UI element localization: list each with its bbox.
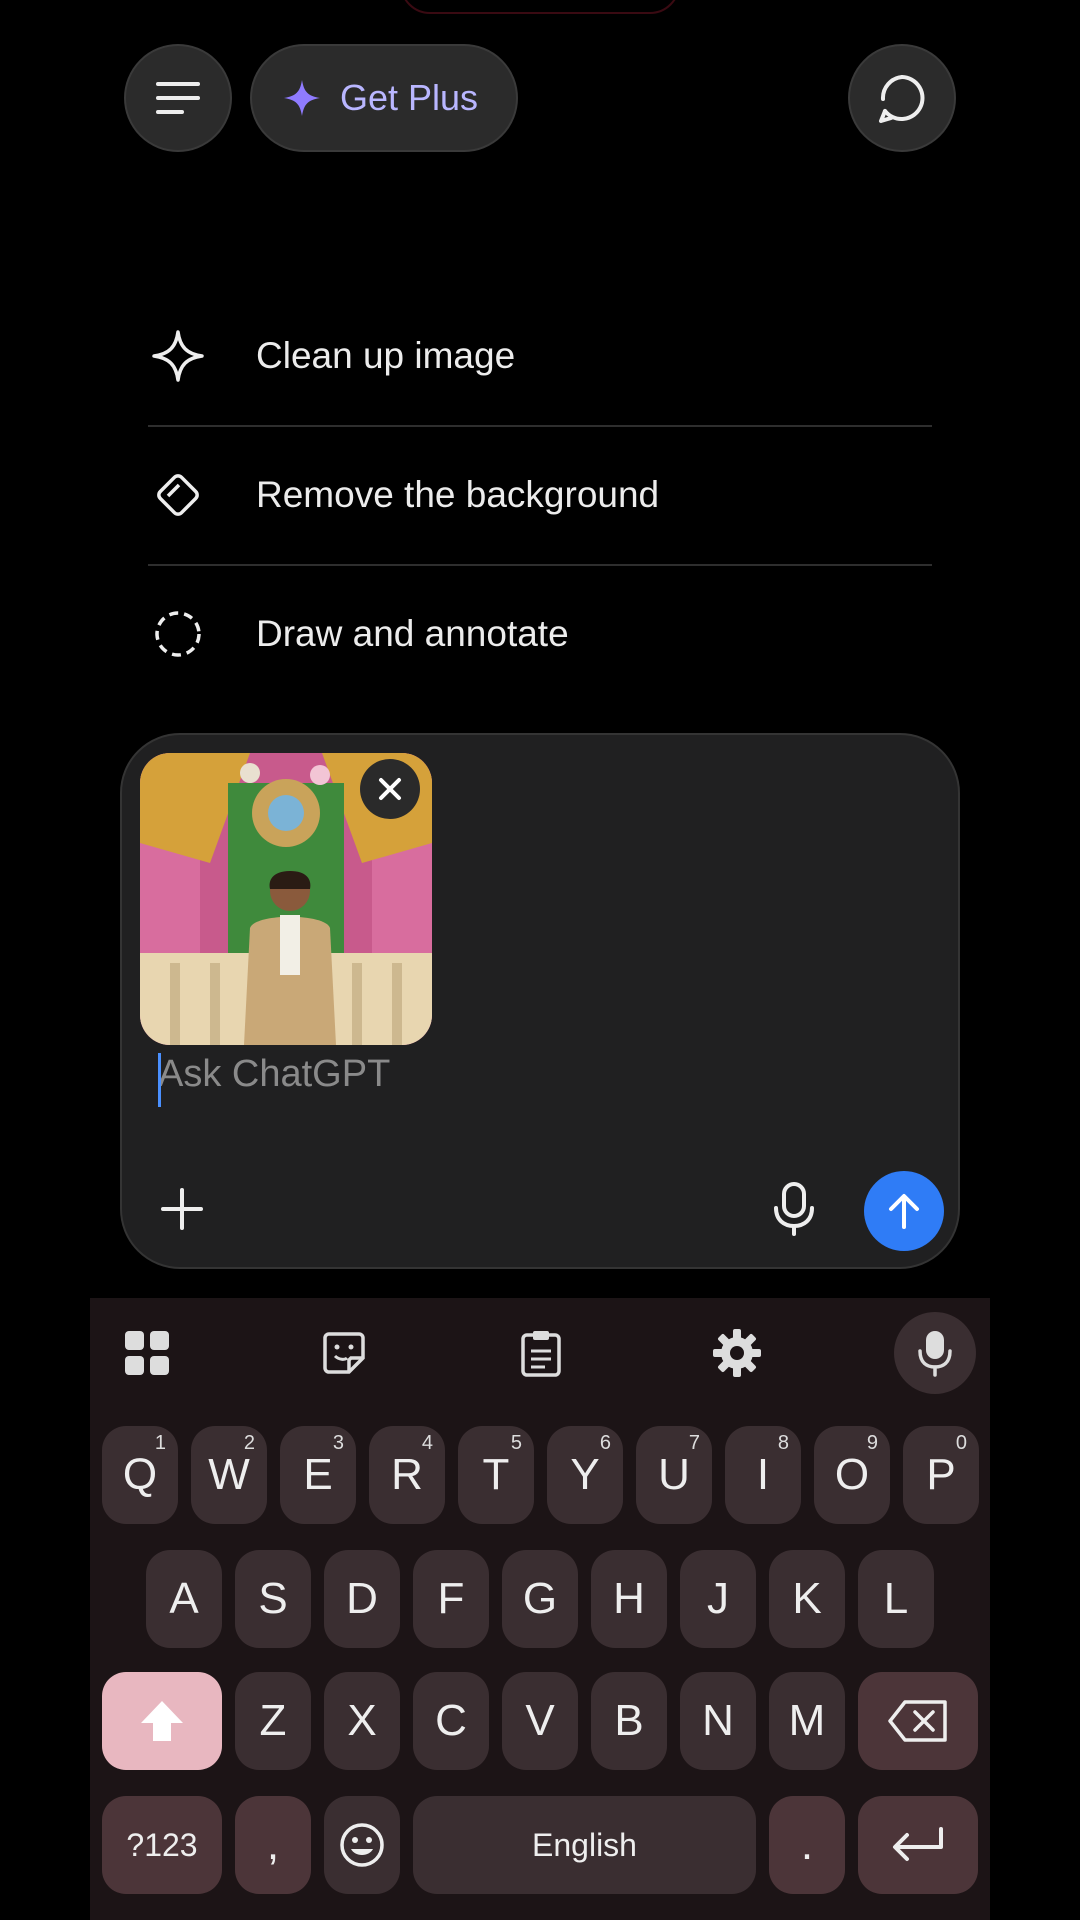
- suggestion-label: Draw and annotate: [256, 613, 569, 654]
- key-t[interactable]: T5: [458, 1426, 534, 1524]
- shift-icon: [141, 1701, 183, 1741]
- eraser-icon: [148, 465, 208, 525]
- send-button[interactable]: [864, 1171, 944, 1251]
- key-h[interactable]: H: [591, 1550, 667, 1648]
- key-j[interactable]: J: [680, 1550, 756, 1648]
- key-s[interactable]: S: [235, 1550, 311, 1648]
- key-k[interactable]: K: [769, 1550, 845, 1648]
- sticker-button[interactable]: [309, 1318, 379, 1388]
- remove-attachment-button[interactable]: [360, 759, 420, 819]
- key-c[interactable]: C: [413, 1672, 489, 1770]
- suggestion-draw-and-annotate[interactable]: Draw and annotate: [148, 565, 932, 703]
- microphone-icon: [774, 1182, 814, 1236]
- key-o[interactable]: O9: [814, 1426, 890, 1524]
- dashed-circle-icon: [148, 604, 208, 664]
- shift-key[interactable]: [102, 1672, 222, 1770]
- backspace-icon: [888, 1700, 947, 1742]
- menu-icon: [156, 82, 200, 114]
- key-b[interactable]: B: [591, 1672, 667, 1770]
- suggestion-remove-background[interactable]: Remove the background: [148, 426, 932, 564]
- new-chat-icon: [879, 75, 925, 123]
- comma-key[interactable]: ,: [235, 1796, 311, 1894]
- gear-icon: [713, 1329, 761, 1377]
- key-n[interactable]: N: [680, 1672, 756, 1770]
- key-y[interactable]: Y6: [547, 1426, 623, 1524]
- key-q[interactable]: Q1: [102, 1426, 178, 1524]
- suggestion-label: Remove the background: [256, 474, 660, 515]
- voice-input-button[interactable]: [762, 1177, 826, 1241]
- key-f[interactable]: F: [413, 1550, 489, 1648]
- period-key[interactable]: .: [769, 1796, 845, 1894]
- suggestion-clean-up-image[interactable]: Clean up image: [148, 287, 932, 425]
- sticker-icon: [323, 1332, 365, 1374]
- grid-icon: [125, 1331, 169, 1375]
- plus-icon: [161, 1188, 203, 1230]
- enter-key[interactable]: [858, 1796, 978, 1894]
- ask-input[interactable]: Ask ChatGPT: [158, 1053, 390, 1096]
- key-i[interactable]: I8: [725, 1426, 801, 1524]
- key-g[interactable]: G: [502, 1550, 578, 1648]
- sparkle-outline-icon: [148, 326, 208, 386]
- key-d[interactable]: D: [324, 1550, 400, 1648]
- new-chat-button[interactable]: [848, 44, 956, 152]
- get-plus-button[interactable]: Get Plus: [250, 44, 519, 152]
- key-l[interactable]: L: [858, 1550, 934, 1648]
- symbols-key[interactable]: ?123: [102, 1796, 222, 1894]
- keyboard-settings-button[interactable]: [702, 1318, 772, 1388]
- add-button[interactable]: [150, 1177, 214, 1241]
- emoji-key[interactable]: [324, 1796, 400, 1894]
- suggestion-label: Clean up image: [256, 335, 516, 376]
- key-m[interactable]: M: [769, 1672, 845, 1770]
- key-w[interactable]: W2: [191, 1426, 267, 1524]
- space-key[interactable]: English: [413, 1796, 756, 1894]
- key-a[interactable]: A: [146, 1550, 222, 1648]
- keyboard-voice-button[interactable]: [894, 1312, 976, 1394]
- keyboard-apps-button[interactable]: [112, 1318, 182, 1388]
- key-x[interactable]: X: [324, 1672, 400, 1770]
- clipboard-button[interactable]: [506, 1318, 576, 1388]
- emoji-icon: [340, 1823, 384, 1867]
- backspace-key[interactable]: [858, 1672, 978, 1770]
- menu-button[interactable]: [124, 44, 232, 152]
- enter-icon: [893, 1827, 943, 1861]
- key-v[interactable]: V: [502, 1672, 578, 1770]
- sparkle-icon: [284, 80, 320, 116]
- text-caret: [158, 1053, 161, 1107]
- status-notch: [400, 0, 680, 14]
- get-plus-label: Get Plus: [340, 77, 479, 118]
- close-icon: [379, 778, 401, 800]
- key-r[interactable]: R4: [369, 1426, 445, 1524]
- microphone-icon: [918, 1331, 952, 1377]
- arrow-up-icon: [889, 1194, 919, 1229]
- composer: Ask ChatGPT: [120, 733, 960, 1269]
- clipboard-icon: [521, 1331, 561, 1377]
- key-p[interactable]: P0: [903, 1426, 979, 1524]
- key-z[interactable]: Z: [235, 1672, 311, 1770]
- key-e[interactable]: E3: [280, 1426, 356, 1524]
- keyboard: Q1 W2 E3 R4 T5 Y6 U7 I8 O9 P0 A S D F G …: [90, 1298, 990, 1920]
- key-u[interactable]: U7: [636, 1426, 712, 1524]
